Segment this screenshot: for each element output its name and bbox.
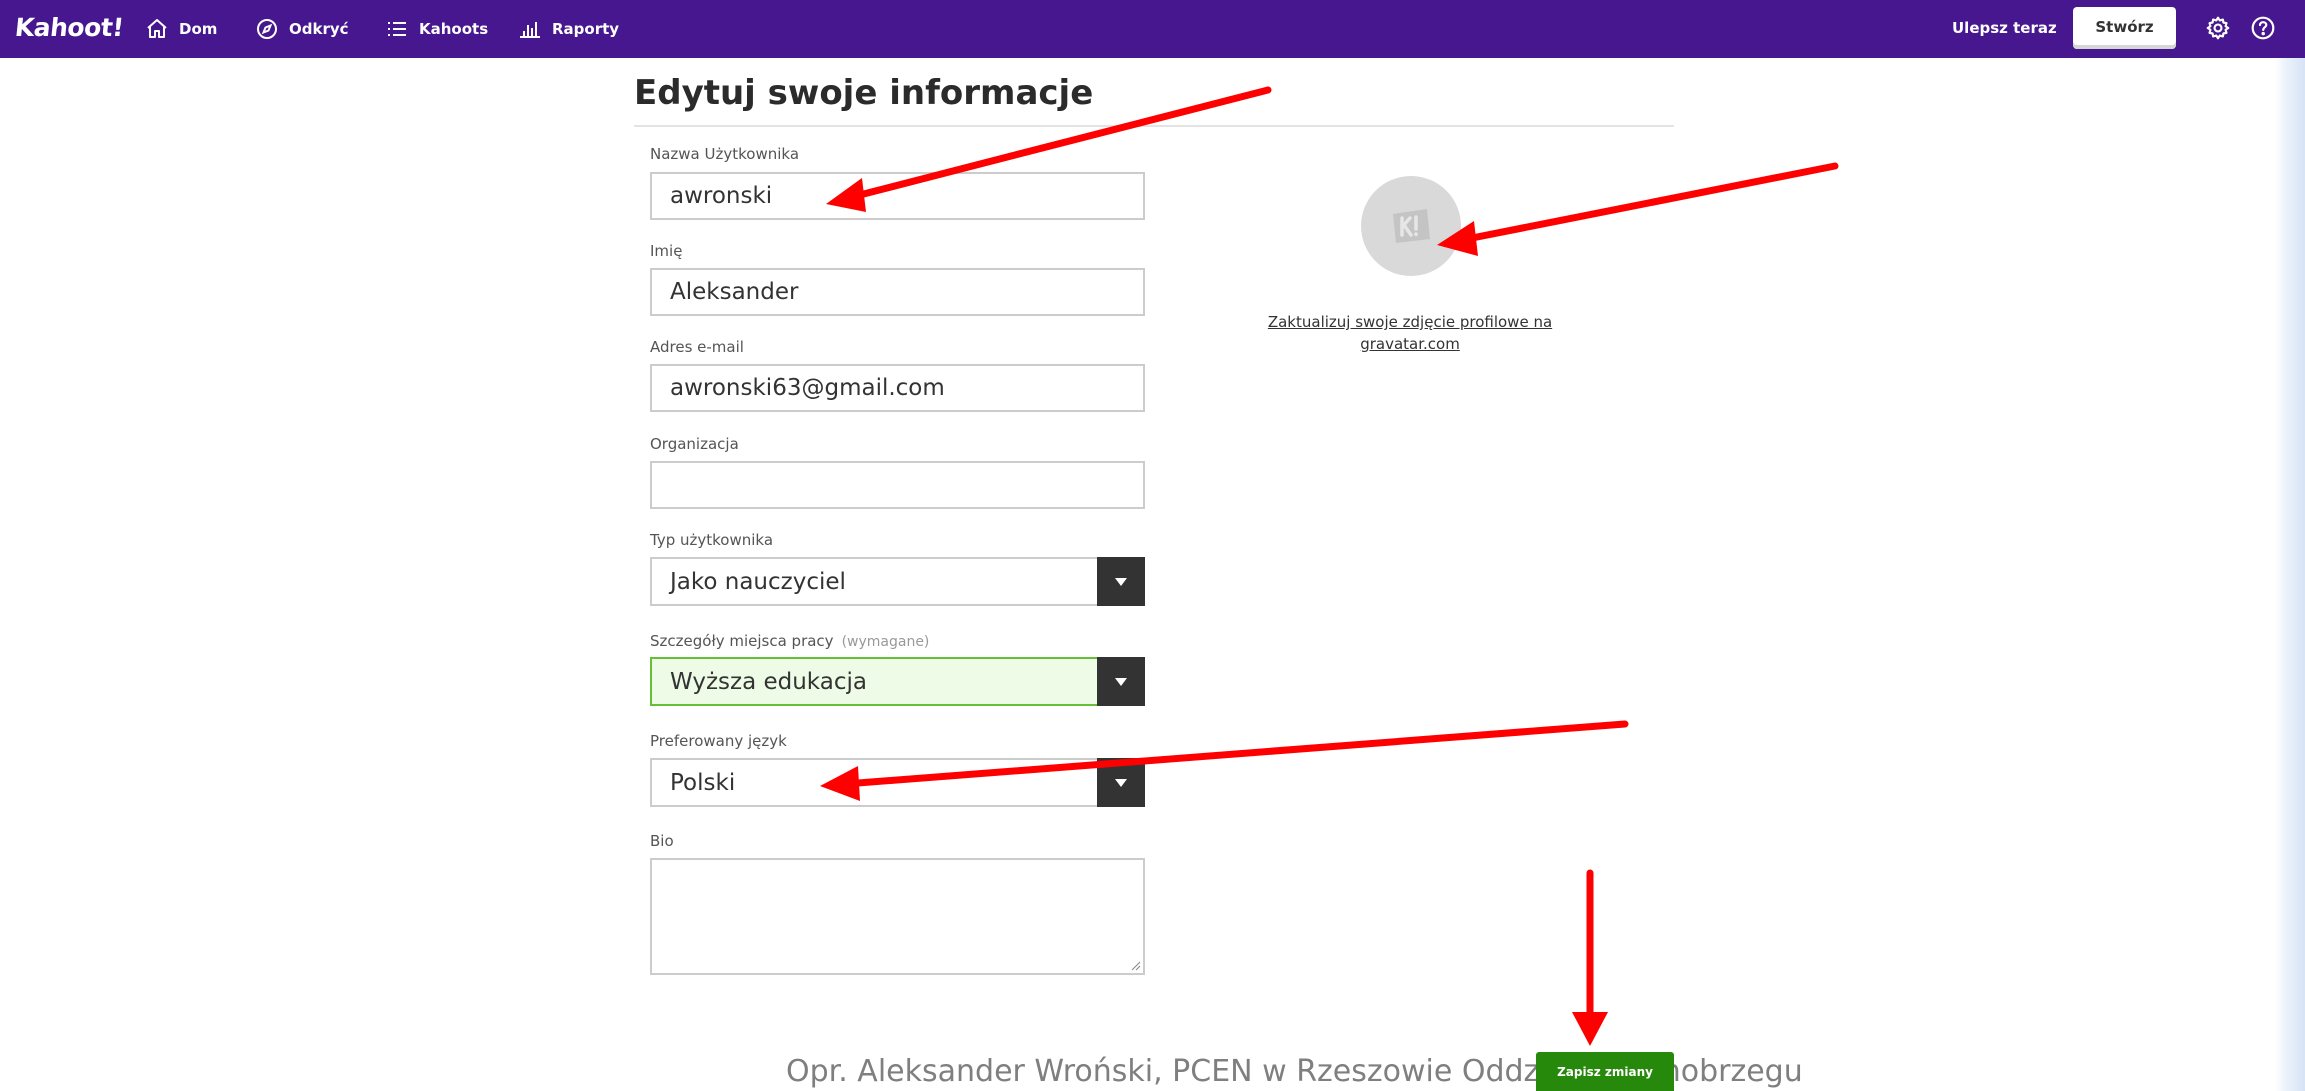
first-name-input[interactable]: Aleksander [650,268,1145,316]
language-value: Polski [670,769,736,796]
workplace-value: Wyższa edukacja [670,668,867,695]
bio-textarea[interactable] [650,858,1145,975]
email-input[interactable]: awronski63@gmail.com [650,364,1145,412]
save-changes-button[interactable]: Zapisz zmiany [1536,1052,1674,1091]
workplace-select[interactable]: Wyższa edukacja [650,657,1145,706]
first-name-value: Aleksander [670,279,799,305]
username-label: Nazwa Użytkownika [650,145,800,163]
home-icon [147,19,167,38]
workplace-dropdown-arrow[interactable] [1097,657,1145,706]
caret-down-icon [1115,677,1127,686]
upgrade-link[interactable]: Ulepsz teraz [1952,19,2057,37]
bar-chart-icon [520,22,540,38]
gravatar-update-link[interactable]: Zaktualizuj swoje zdjęcie profilowe na g… [1230,311,1590,355]
username-value: awronski [670,183,773,209]
profile-avatar [1361,176,1461,276]
workplace-required-hint: (wymagane) [841,634,930,650]
organization-input[interactable] [650,461,1145,509]
arrow-to-avatar [1437,162,1839,256]
workplace-label: Szczegóły miejsca pracy (wymagane) [650,632,929,650]
compass-icon [257,19,277,39]
language-dropdown-arrow[interactable] [1097,758,1145,807]
workplace-label-text: Szczegóły miejsca pracy [650,632,834,650]
nav-item-kahoots[interactable]: Kahoots [385,0,488,58]
language-select[interactable]: Polski [650,758,1145,807]
user-type-dropdown-arrow[interactable] [1097,557,1145,606]
gravatar-link-line1: Zaktualizuj swoje zdjęcie profilowe na [1267,313,1553,331]
top-navigation-bar: Kahoot! Dom Odkryć Kahoots Raporty Uleps… [0,0,2305,58]
kahoot-logo[interactable]: Kahoot! [13,13,124,42]
help-icon[interactable] [2250,15,2276,41]
caret-down-icon [1115,778,1127,787]
gear-icon[interactable] [2205,15,2231,41]
list-icon [388,22,406,36]
arrow-to-save-button [1572,869,1608,1046]
email-value: awronski63@gmail.com [670,375,945,401]
email-label: Adres e-mail [650,338,744,356]
nav-label-kahoots: Kahoots [419,20,489,38]
nav-item-dom[interactable]: Dom [145,0,217,58]
organization-label: Organizacja [650,435,739,453]
page-title: Edytuj swoje informacje [634,73,1094,113]
nav-item-raporty[interactable]: Raporty [518,0,619,58]
create-button[interactable]: Stwórz [2073,7,2176,49]
nav-label-raporty: Raporty [552,20,620,38]
nav-label-odkryc: Odkryć [289,20,349,38]
user-type-select[interactable]: Jako nauczyciel [650,557,1145,606]
user-type-label: Typ użytkownika [650,531,774,549]
language-label: Preferowany język [650,732,787,750]
bio-label: Bio [650,832,674,850]
username-input[interactable]: awronski [650,172,1145,220]
decorative-side-strip [2275,58,2305,1091]
nav-item-odkryc[interactable]: Odkryć [255,0,349,58]
caret-down-icon [1115,577,1127,586]
user-type-value: Jako nauczyciel [670,568,846,595]
annotation-arrows [820,86,1839,1046]
nav-label-dom: Dom [179,20,218,38]
gravatar-link-line2: gravatar.com [1360,335,1460,353]
title-divider [634,125,1674,127]
resize-grip-icon[interactable] [1129,959,1141,971]
first-name-label: Imię [650,242,683,260]
kahoot-placeholder-avatar-icon [1393,209,1430,243]
